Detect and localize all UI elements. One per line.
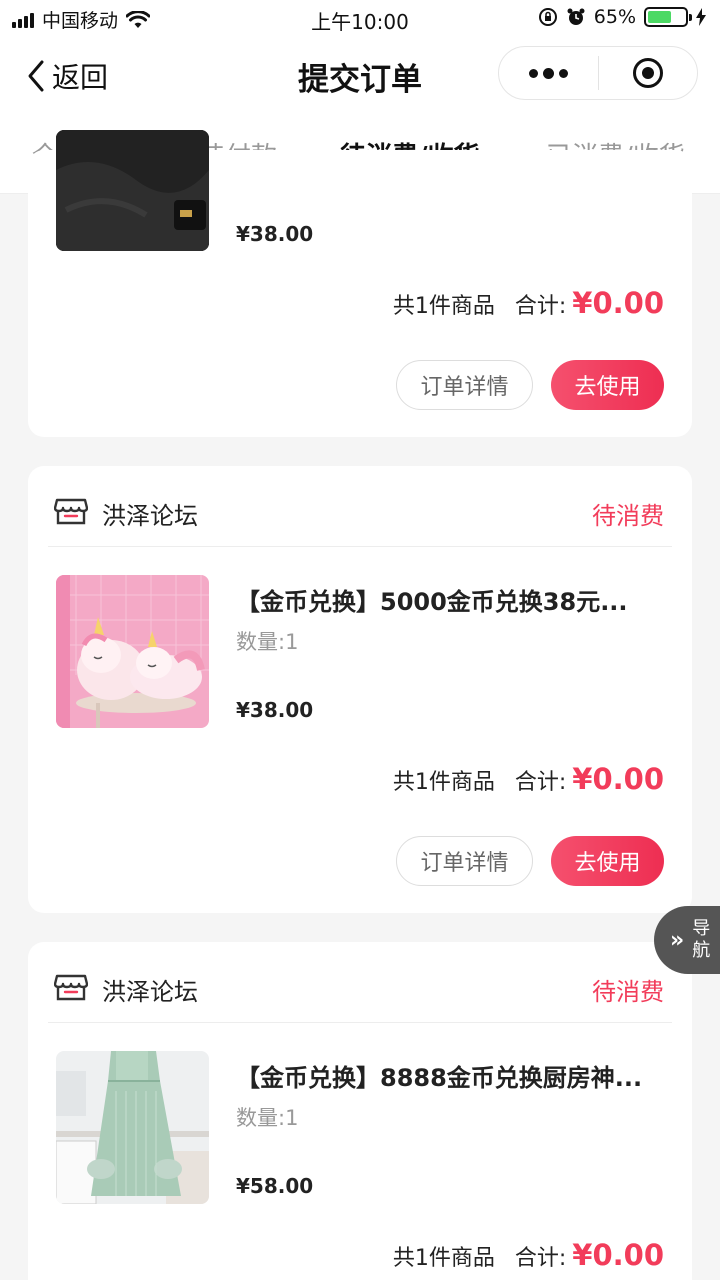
order-card: 洪泽论坛 待消费 【金币兑换】5000金币兑换38元... 数量:1 ¥38.0… [28, 466, 692, 913]
status-bar: 中国移动 上午10:00 65% [0, 0, 720, 36]
charging-icon [696, 8, 706, 26]
chevron-left-icon [28, 60, 44, 92]
product-quantity: 数量:1 [236, 1106, 299, 1130]
item-count: 共1件商品 [392, 1246, 495, 1271]
product-image[interactable] [56, 575, 209, 728]
product-price: ¥38.00 [236, 698, 314, 722]
total-label: 合计: [514, 1246, 567, 1271]
product-image[interactable] [56, 1051, 209, 1204]
item-count: 共1件商品 [392, 294, 495, 319]
back-button[interactable]: 返回 [26, 56, 108, 96]
product-quantity: 数量:1 [236, 630, 299, 654]
total-amount: ¥0.00 [572, 286, 664, 320]
rotation-lock-icon [538, 8, 557, 26]
navigation-bar: 返回 提交订单 [0, 36, 720, 112]
status-right: 65% [538, 6, 706, 28]
order-card: 洪泽论坛 待消费 【金币兑换】8888金币兑换厨房神... 数量:1 ¥58.0… [28, 942, 692, 1280]
more-icon [528, 67, 568, 79]
product-title[interactable]: 【金币兑换】5000金币兑换38元... [236, 582, 656, 617]
use-button[interactable]: 去使用 [551, 836, 664, 886]
floating-nav-button[interactable]: » 导航 [654, 906, 720, 974]
battery-level [648, 11, 672, 23]
product-title[interactable]: 【金币兑换】8888金币兑换厨房神... [236, 1058, 656, 1093]
back-label: 返回 [52, 61, 109, 94]
shop-row[interactable]: 洪泽论坛 待消费 [28, 942, 692, 1024]
shop-row[interactable]: 洪泽论坛 待消费 [28, 466, 692, 548]
shop-name: 洪泽论坛 [102, 978, 198, 1006]
order-status: 待消费 [592, 502, 664, 530]
more-button[interactable] [499, 47, 598, 99]
order-card: ¥38.00 共1件商品 合计: ¥0.00 订单详情 去使用 [28, 130, 692, 437]
total-label: 合计: [514, 294, 567, 319]
miniprogram-capsule [498, 46, 698, 100]
order-summary: 共1件商品 合计: ¥0.00 [393, 1238, 664, 1272]
order-status: 待消费 [592, 978, 664, 1006]
total-label: 合计: [514, 770, 567, 795]
product-price: ¥38.00 [236, 222, 314, 246]
total-amount: ¥0.00 [572, 762, 664, 796]
shop-icon [54, 498, 88, 525]
use-button[interactable]: 去使用 [551, 360, 664, 410]
order-summary: 共1件商品 合计: ¥0.00 [393, 286, 664, 320]
item-count: 共1件商品 [392, 770, 495, 795]
divider [48, 546, 672, 547]
target-icon [632, 58, 663, 88]
close-miniprogram-button[interactable] [599, 47, 698, 99]
shop-name: 洪泽论坛 [102, 502, 198, 530]
shop-icon [54, 974, 88, 1001]
floating-nav-label: 导航 [692, 918, 711, 961]
double-chevron-right-icon: » [670, 927, 685, 953]
order-detail-button[interactable]: 订单详情 [396, 836, 533, 886]
order-summary: 共1件商品 合计: ¥0.00 [393, 762, 664, 796]
total-amount: ¥0.00 [572, 1238, 664, 1272]
alarm-icon [567, 8, 585, 25]
order-detail-button[interactable]: 订单详情 [396, 360, 533, 410]
battery-percent: 65% [593, 6, 636, 28]
product-price: ¥58.00 [236, 1174, 314, 1198]
battery-icon [644, 7, 692, 27]
product-image [56, 130, 209, 251]
divider [48, 1022, 672, 1023]
